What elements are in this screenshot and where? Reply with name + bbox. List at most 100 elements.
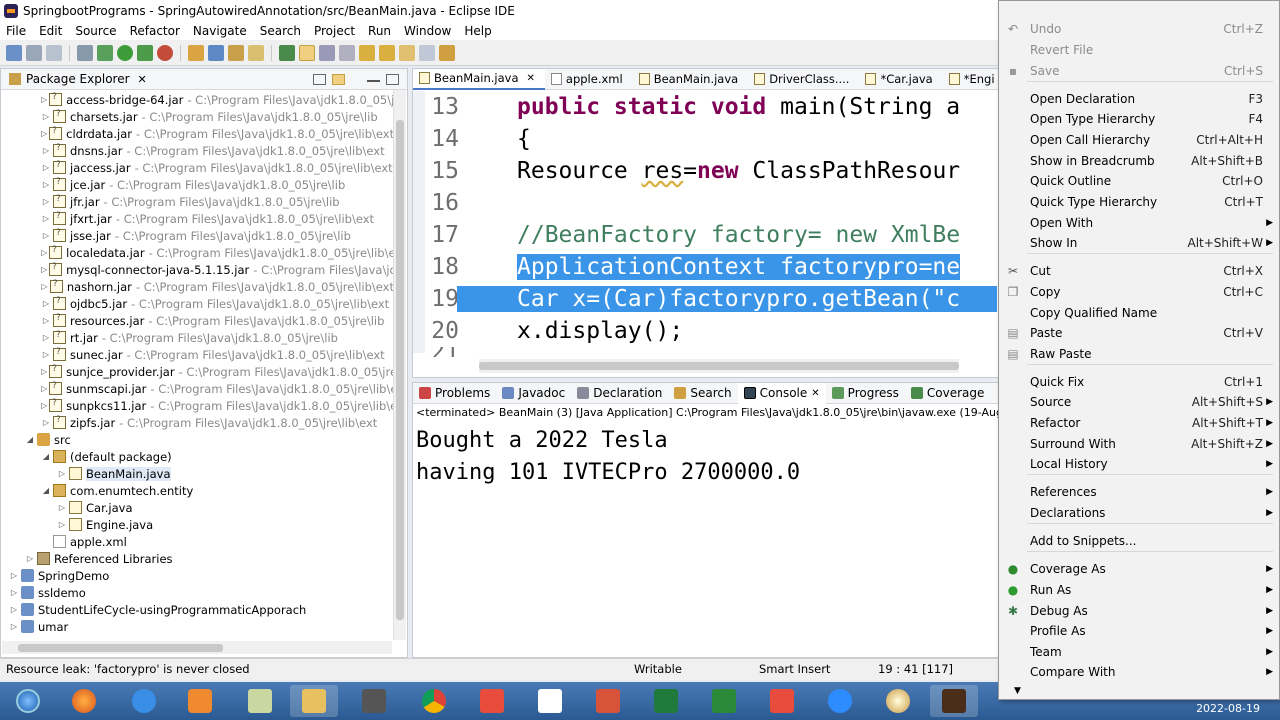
menu-help[interactable]: Help	[464, 24, 491, 38]
taskbar-zoom[interactable]	[816, 685, 864, 717]
start-button[interactable]	[4, 685, 52, 717]
taskbar-excel[interactable]	[642, 685, 690, 717]
tab-car[interactable]: *Car.java	[859, 69, 942, 90]
code-line[interactable]: 18 ApplicationContext factorypro=ne	[413, 251, 999, 283]
taskbar-firefox[interactable]	[60, 685, 108, 717]
menu-item-show-in[interactable]: Show In Alt+Shift+W ▶	[999, 233, 1279, 253]
menu-item-quick-fix[interactable]: Quick Fix Ctrl+1	[999, 372, 1279, 392]
tab-beanmain[interactable]: BeanMain.java ✕	[413, 69, 545, 90]
expand-arrow-icon[interactable]: ▷	[57, 469, 67, 478]
print-icon[interactable]	[77, 44, 93, 61]
tree-item-entity-package[interactable]: ◢ com.enumtech.entity	[1, 482, 394, 499]
expand-arrow-icon[interactable]: ▷	[41, 248, 47, 257]
tree-item-jar[interactable]: ▷ rt.jar- C:\Program Files\Java\jdk1.8.0_…	[1, 329, 394, 346]
tree-item-jar[interactable]: ▷ zipfs.jar- C:\Program Files\Java\jdk1.8…	[1, 414, 394, 431]
tree-item-applexml[interactable]: apple.xml	[1, 533, 394, 550]
prev-annotation-icon[interactable]	[379, 44, 395, 61]
expand-arrow-icon[interactable]: ▷	[25, 554, 35, 563]
menu-item-source[interactable]: Source Alt+Shift+S ▶	[999, 392, 1279, 412]
expand-arrow-icon[interactable]: ▷	[41, 265, 47, 274]
scrollbar-thumb[interactable]	[18, 644, 223, 652]
external-tools-icon[interactable]	[157, 44, 173, 61]
tree-item-jar[interactable]: ▷ cldrdata.jar- C:\Program Files\Java\jdk…	[1, 125, 394, 142]
taskbar-anydesk[interactable]	[468, 685, 516, 717]
taskbar-explorer[interactable]	[290, 685, 338, 717]
new-class-icon[interactable]	[208, 44, 224, 61]
open-type-icon[interactable]	[228, 44, 244, 61]
tab-problems[interactable]: Problems	[413, 383, 496, 404]
toggle-mark-occurrences-icon[interactable]	[299, 44, 315, 61]
tab-engine[interactable]: *Engi	[943, 69, 999, 90]
code-area[interactable]: 13 public static void main(String a 14 { 1…	[413, 91, 999, 357]
menu-item-open-declaration[interactable]: Open Declaration F3	[999, 89, 1279, 109]
menu-item-add-to-snippets[interactable]: Add to Snippets...	[999, 531, 1279, 551]
tree-item-project[interactable]: ▷ umar	[1, 618, 394, 635]
package-explorer-vertical-scrollbar[interactable]	[393, 90, 406, 640]
code-line[interactable]: 14 {	[413, 123, 999, 155]
menu-source[interactable]: Source	[75, 24, 116, 38]
collapse-arrow-icon[interactable]: ◢	[41, 486, 51, 495]
tab-search[interactable]: Search	[668, 383, 737, 404]
tree-item-jar[interactable]: ▷ resources.jar- C:\Program Files\Java\jd…	[1, 312, 394, 329]
code-line[interactable]: 20 x.display();	[413, 315, 999, 347]
expand-arrow-icon[interactable]: ▷	[9, 605, 19, 614]
show-whitespace-icon[interactable]	[339, 44, 355, 61]
taskbar-notes[interactable]	[236, 685, 284, 717]
expand-arrow-icon[interactable]: ▷	[41, 197, 51, 206]
tree-item-jar[interactable]: ▷ jfxrt.jar- C:\Program Files\Java\jdk1.8…	[1, 210, 394, 227]
editor-horizontal-scrollbar[interactable]	[479, 359, 959, 373]
taskbar-app[interactable]	[350, 685, 398, 717]
code-line[interactable]: 16	[413, 187, 999, 219]
tree-item-engine[interactable]: ▷ Engine.java	[1, 516, 394, 533]
tree-item-jar[interactable]: ▷ jfr.jar- C:\Program Files\Java\jdk1.8.0…	[1, 193, 394, 210]
taskbar-media[interactable]	[176, 685, 224, 717]
tree-item-project[interactable]: ▷ StudentLifeCycle-usingProgrammaticAppo…	[1, 601, 394, 618]
tree-item-car[interactable]: ▷ Car.java	[1, 499, 394, 516]
tree-item-jar[interactable]: ▷ sunjce_provider.jar- C:\Program Files\J…	[1, 363, 394, 380]
expand-arrow-icon[interactable]: ▷	[9, 571, 19, 580]
menu-item-refactor[interactable]: Refactor Alt+Shift+T ▶	[999, 413, 1279, 433]
minimize-icon[interactable]	[367, 76, 380, 82]
tree-item-project[interactable]: ▷ SpringDemo	[1, 567, 394, 584]
collapse-arrow-icon[interactable]: ◢	[41, 452, 51, 461]
menu-item-quick-outline[interactable]: Quick Outline Ctrl+O	[999, 171, 1279, 191]
menu-item-show-in-breadcrumb[interactable]: Show in Breadcrumb Alt+Shift+B	[999, 151, 1279, 171]
maximize-icon[interactable]	[386, 73, 399, 85]
code-line[interactable]: 15 Resource res=new ClassPathResour	[413, 155, 999, 187]
view-menu-icon[interactable]	[351, 74, 361, 85]
menu-window[interactable]: Window	[404, 24, 451, 38]
taskbar-math[interactable]	[526, 685, 574, 717]
menu-item-run-as[interactable]: ● Run As ▶	[999, 580, 1279, 600]
expand-arrow-icon[interactable]: ▷	[41, 333, 51, 342]
tree-item-src[interactable]: ◢ src	[1, 431, 394, 448]
menu-item-copy[interactable]: ❐ Copy Ctrl+C	[999, 282, 1279, 302]
taskbar-paint[interactable]	[874, 685, 922, 717]
menu-item-open-call-hierarchy[interactable]: Open Call Hierarchy Ctrl+Alt+H	[999, 130, 1279, 150]
code-line[interactable]: 21	[413, 347, 999, 357]
expand-arrow-icon[interactable]: ▷	[41, 367, 47, 376]
scrollbar-thumb[interactable]	[479, 362, 959, 370]
collapse-arrow-icon[interactable]: ◢	[25, 435, 35, 444]
tree-item-jar[interactable]: ▷ charsets.jar- C:\Program Files\Java\jdk…	[1, 108, 394, 125]
tree-item-jar[interactable]: ▷ jce.jar- C:\Program Files\Java\jdk1.8.0…	[1, 176, 394, 193]
menu-item-references[interactable]: References ▶	[999, 482, 1279, 502]
menu-item-quick-type-hierarchy[interactable]: Quick Type Hierarchy Ctrl+T	[999, 192, 1279, 212]
expand-arrow-icon[interactable]: ▷	[41, 214, 51, 223]
package-explorer-horizontal-scrollbar[interactable]	[2, 641, 392, 654]
package-explorer-title[interactable]: Package Explorer	[26, 72, 130, 86]
annotation-icon[interactable]	[279, 44, 295, 61]
forward-icon[interactable]	[419, 44, 435, 61]
tab-progress[interactable]: Progress	[826, 383, 905, 404]
tree-item-jar[interactable]: ▷ sunmscapi.jar- C:\Program Files\Java\jd…	[1, 380, 394, 397]
expand-arrow-icon[interactable]: ▷	[41, 231, 51, 240]
tree-item-jar[interactable]: ▷ jsse.jar- C:\Program Files\Java\jdk1.8.…	[1, 227, 394, 244]
menu-run[interactable]: Run	[368, 24, 391, 38]
menu-item-debug-as[interactable]: ✱ Debug As ▶	[999, 601, 1279, 621]
scrollbar-thumb[interactable]	[396, 120, 404, 620]
menu-item-cut[interactable]: ✂ Cut Ctrl+X	[999, 261, 1279, 281]
expand-arrow-icon[interactable]: ▷	[41, 316, 51, 325]
menu-edit[interactable]: Edit	[39, 24, 62, 38]
tab-applexml[interactable]: apple.xml	[545, 69, 633, 90]
close-icon[interactable]: ✕	[527, 73, 535, 84]
code-line[interactable]: 13 public static void main(String a	[413, 91, 999, 123]
